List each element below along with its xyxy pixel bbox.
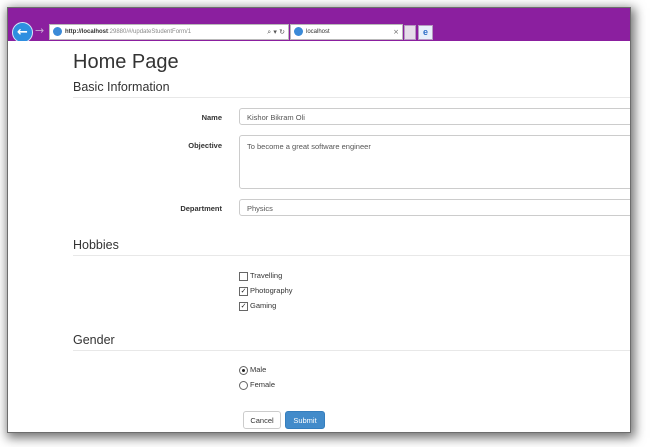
department-label: Department [180,204,222,213]
radio-female[interactable] [239,381,248,390]
radio-male[interactable] [239,366,248,375]
address-bar[interactable]: http://localhost:29880/#/updateStudentFo… [49,24,289,40]
basic-info-heading: Basic Information [73,80,170,94]
address-host: http://localhost [65,29,108,35]
address-path: :29880/#/updateStudentForm/1 [108,29,192,35]
hobby-label: Photography [250,286,293,295]
page-title: Home Page [73,51,179,73]
objective-label: Objective [188,141,222,150]
objective-textarea[interactable]: To become a great software engineer [239,135,630,189]
section-divider [73,255,630,256]
hobby-label: Gaming [250,301,277,310]
tab-favicon-icon [294,27,303,36]
gender-label: Female [250,380,276,389]
search-refresh-icons[interactable]: ⌕ ▾ ↻ [267,25,285,39]
tab-title: localhost [306,29,330,35]
section-divider [73,350,630,351]
back-arrow-icon[interactable]: ← [12,22,33,43]
tab-close-icon[interactable]: × [393,25,399,39]
checkbox-photography[interactable]: ✓ [239,287,248,296]
gender-heading: Gender [73,333,115,347]
page-content: Home Page Basic Information Name Kishor … [8,41,630,432]
site-favicon-icon [53,27,62,36]
tab-localhost[interactable]: localhost × [290,24,403,40]
section-divider [73,97,630,98]
ie-logo-icon[interactable]: e [418,25,433,40]
hobby-label: Travelling [250,271,283,280]
checkbox-gaming[interactable]: ✓ [239,302,248,311]
department-select[interactable]: Physics [239,199,630,216]
gender-label: Male [250,365,267,374]
forward-arrow-icon[interactable]: → [35,24,47,38]
checkbox-travelling[interactable] [239,272,248,281]
cancel-button[interactable]: Cancel [243,411,281,429]
hobbies-heading: Hobbies [73,238,119,252]
submit-button[interactable]: Submit [285,411,325,429]
name-label: Name [201,113,222,122]
address-url[interactable]: http://localhost:29880/#/updateStudentFo… [65,25,191,39]
name-input[interactable]: Kishor Bikram Oli [239,108,630,125]
new-tab-icon[interactable] [404,25,416,40]
